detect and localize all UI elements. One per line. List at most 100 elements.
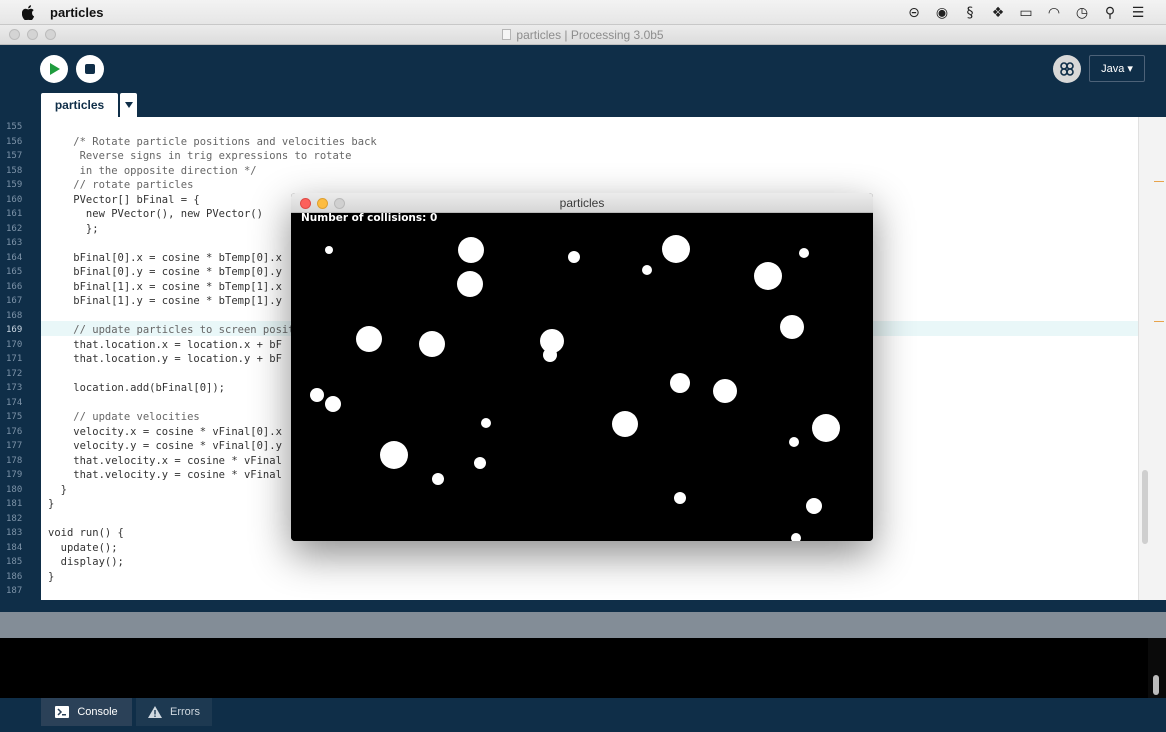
line-number[interactable]: 184	[0, 541, 38, 556]
apple-icon[interactable]	[18, 2, 38, 22]
particle	[325, 246, 333, 254]
line-number[interactable]: 172	[0, 367, 38, 382]
sketch-window[interactable]: particles Number of collisions: 0	[291, 193, 873, 541]
mode-selector[interactable]: Java ▾	[1089, 55, 1145, 82]
line-number[interactable]: 177	[0, 439, 38, 454]
line-number[interactable]: 186	[0, 570, 38, 585]
dropbox-icon[interactable]: ❖	[988, 3, 1008, 23]
line-number[interactable]: 158	[0, 164, 38, 179]
wifi-icon[interactable]: ◠	[1044, 3, 1064, 23]
console-header	[0, 612, 1166, 638]
error-marker[interactable]	[1154, 181, 1164, 182]
notification-center-icon[interactable]: ☰	[1128, 3, 1148, 23]
editor-console-divider[interactable]	[0, 600, 1166, 612]
code-line[interactable]: velocity.y = cosine * vFinal[0].y	[48, 439, 282, 454]
particle	[432, 473, 444, 485]
line-number[interactable]: 181	[0, 497, 38, 512]
line-number[interactable]: 182	[0, 512, 38, 527]
code-line[interactable]: /* Rotate particle positions and velocit…	[48, 135, 376, 150]
line-number[interactable]: 165	[0, 265, 38, 280]
code-line[interactable]: that.velocity.y = cosine * vFinal	[48, 468, 282, 483]
editor-scroll-thumb[interactable]	[1142, 470, 1148, 544]
butterfly-icon	[1060, 62, 1074, 76]
line-number[interactable]: 161	[0, 207, 38, 222]
code-line[interactable]: };	[48, 222, 99, 237]
stop-button[interactable]	[76, 55, 104, 83]
sketch-title-bar[interactable]: particles	[291, 193, 873, 213]
line-number[interactable]: 187	[0, 584, 38, 599]
line-number[interactable]: 164	[0, 251, 38, 266]
code-line[interactable]: }	[48, 497, 54, 512]
battery-icon[interactable]: ▭	[1016, 3, 1036, 23]
code-line[interactable]: in the opposite direction */	[48, 164, 257, 179]
code-line[interactable]: update();	[48, 541, 118, 556]
collision-counter: Number of collisions: 0	[301, 212, 438, 224]
window-title-bar[interactable]: particles | Processing 3.0b5	[0, 25, 1166, 45]
code-line[interactable]: velocity.x = cosine * vFinal[0].x	[48, 425, 282, 440]
line-number[interactable]: 179	[0, 468, 38, 483]
tab-console[interactable]: Console	[41, 698, 132, 726]
app-menu-name[interactable]: particles	[50, 5, 103, 20]
line-number[interactable]: 170	[0, 338, 38, 353]
line-number[interactable]: 176	[0, 425, 38, 440]
line-number[interactable]: 171	[0, 352, 38, 367]
line-number[interactable]: 162	[0, 222, 38, 237]
code-line[interactable]: }	[48, 483, 67, 498]
line-number[interactable]: 180	[0, 483, 38, 498]
code-line[interactable]: that.location.x = location.x + bF	[48, 338, 282, 353]
script-icon[interactable]: §	[960, 3, 980, 23]
line-number[interactable]: 155	[0, 120, 38, 135]
line-number[interactable]: 175	[0, 410, 38, 425]
code-line[interactable]: bFinal[1].y = cosine * bTemp[1].y	[48, 294, 282, 309]
code-line[interactable]: bFinal[1].x = cosine * bTemp[1].x	[48, 280, 282, 295]
tab-particles[interactable]: particles	[41, 93, 118, 117]
code-line[interactable]: bFinal[0].x = cosine * bTemp[0].x	[48, 251, 282, 266]
time-machine-icon[interactable]: ◷	[1072, 3, 1092, 23]
line-number[interactable]: 157	[0, 149, 38, 164]
particle	[799, 248, 809, 258]
code-line[interactable]: new PVector(), new PVector()	[48, 207, 263, 222]
tab-menu-button[interactable]	[120, 93, 137, 117]
code-line[interactable]: // update particles to screen position	[48, 323, 313, 338]
line-number[interactable]: 178	[0, 454, 38, 469]
code-line[interactable]: bFinal[0].y = cosine * bTemp[0].y	[48, 265, 282, 280]
particle	[419, 331, 445, 357]
particle	[713, 379, 737, 403]
sketch-title: particles	[559, 196, 605, 210]
code-line[interactable]: // update velocities	[48, 410, 199, 425]
line-number[interactable]: 173	[0, 381, 38, 396]
code-line[interactable]: void run() {	[48, 526, 124, 541]
console-output[interactable]	[0, 638, 1148, 698]
code-line[interactable]: Reverse signs in trig expressions to rot…	[48, 149, 352, 164]
console-scroll-thumb[interactable]	[1153, 675, 1159, 695]
line-number[interactable]: 159	[0, 178, 38, 193]
code-line[interactable]: that.location.y = location.y + bF	[48, 352, 282, 367]
tab-errors[interactable]: Errors	[136, 698, 212, 726]
line-number[interactable]: 156	[0, 135, 38, 150]
code-line[interactable]: PVector[] bFinal = {	[48, 193, 199, 208]
debugger-button[interactable]	[1053, 55, 1081, 83]
error-marker[interactable]	[1154, 321, 1164, 322]
code-line[interactable]: }	[48, 570, 54, 585]
particle	[481, 418, 491, 428]
status-tray: ⊝ ◉ § ❖ ▭ ◠ ◷ ⚲ ☰	[904, 2, 1148, 24]
code-line[interactable]: location.add(bFinal[0]);	[48, 381, 225, 396]
line-number[interactable]: 160	[0, 193, 38, 208]
line-number[interactable]: 166	[0, 280, 38, 295]
run-button[interactable]	[40, 55, 68, 83]
sketch-canvas[interactable]	[291, 213, 873, 541]
creative-cloud-icon[interactable]: ⊝	[904, 3, 924, 23]
spotlight-icon[interactable]: ⚲	[1100, 3, 1120, 23]
line-number[interactable]: 183	[0, 526, 38, 541]
line-number[interactable]: 169	[0, 323, 38, 338]
line-number[interactable]: 174	[0, 396, 38, 411]
record-icon[interactable]: ◉	[932, 3, 952, 23]
line-number[interactable]: 168	[0, 309, 38, 324]
line-number[interactable]: 167	[0, 294, 38, 309]
line-number[interactable]: 163	[0, 236, 38, 251]
code-line[interactable]: that.velocity.x = cosine * vFinal	[48, 454, 282, 469]
code-line[interactable]: display();	[48, 555, 124, 570]
line-number[interactable]: 185	[0, 555, 38, 570]
particle	[789, 437, 799, 447]
code-line[interactable]: // rotate particles	[48, 178, 193, 193]
